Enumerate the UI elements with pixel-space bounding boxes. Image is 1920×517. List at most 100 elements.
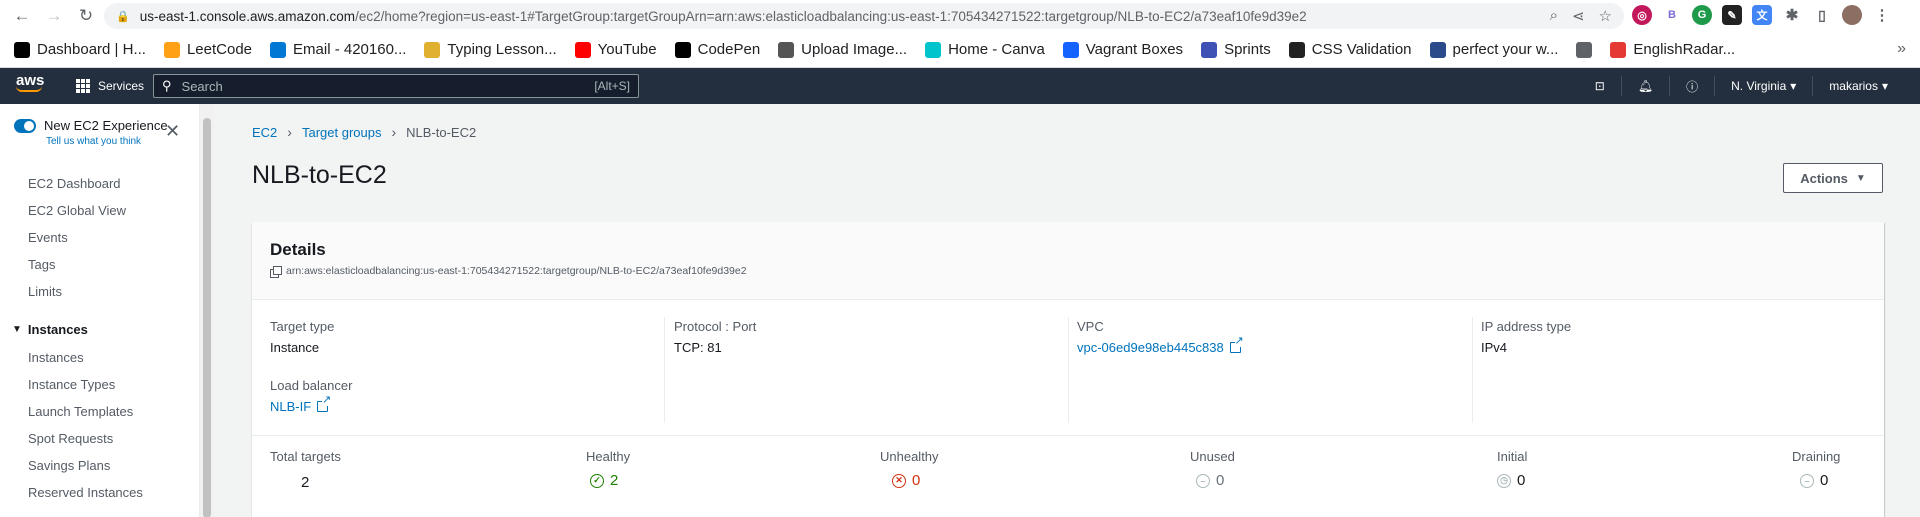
- divider: [664, 317, 665, 423]
- chevron-right-icon: ›: [391, 124, 397, 140]
- extension-icon[interactable]: B: [1662, 5, 1682, 25]
- address-bar[interactable]: 🔒 us-east-1.console.aws.amazon.com/ec2/h…: [104, 3, 1624, 29]
- reload-icon[interactable]: ↻: [72, 2, 100, 30]
- forward-icon[interactable]: →: [40, 2, 68, 30]
- protocol-label: Protocol : Port: [674, 319, 757, 334]
- search-box[interactable]: ⚲ [Alt+S]: [153, 74, 639, 98]
- bookmark-label: Sprints: [1224, 41, 1271, 58]
- bookmark-item[interactable]: Email - 420160...: [270, 41, 406, 58]
- bookmark-item[interactable]: CSS Validation: [1288, 41, 1412, 58]
- actions-label: Actions: [1800, 170, 1848, 186]
- sidebar-item-events[interactable]: Events: [28, 230, 68, 245]
- bookmarks-bar: Dashboard | H... LeetCode Email - 420160..…: [0, 32, 1920, 68]
- bookmark-item[interactable]: Vagrant Boxes: [1062, 41, 1183, 58]
- bookmark-item[interactable]: perfect your w...: [1429, 41, 1559, 58]
- bookmark-item[interactable]: Home - Canva: [925, 41, 1045, 58]
- caret-down-icon: ▼: [12, 324, 22, 335]
- star-icon[interactable]: ☆: [1599, 7, 1612, 25]
- bookmark-label: EnglishRadar...: [1633, 41, 1736, 58]
- draining-label: Draining: [1792, 449, 1841, 464]
- search-input[interactable]: [181, 78, 595, 94]
- sidebar-item-tags[interactable]: Tags: [28, 257, 55, 272]
- bookmark-icon: [1288, 41, 1305, 58]
- details-card: Details arn:aws:elasticloadbalancing:us-…: [252, 222, 1884, 517]
- bookmark-label: Dashboard | H...: [37, 41, 146, 58]
- breadcrumb-ec2[interactable]: EC2: [252, 125, 277, 140]
- bookmark-item[interactable]: Upload Image...: [778, 41, 907, 58]
- bookmark-item[interactable]: [1576, 41, 1593, 58]
- bookmark-label: perfect your w...: [1452, 41, 1559, 58]
- region-selector[interactable]: N. Virginia ▾: [1715, 68, 1812, 104]
- sidepanel-icon[interactable]: ▯: [1812, 5, 1832, 25]
- chevron-right-icon: ›: [287, 124, 292, 140]
- clock-icon: ◷: [1497, 473, 1511, 488]
- bookmarks-overflow-icon[interactable]: »: [1897, 40, 1906, 58]
- feedback-link[interactable]: Tell us what you think: [46, 136, 141, 147]
- notifications-icon[interactable]: 🔔︎: [1622, 68, 1669, 104]
- menu-icon[interactable]: ⋮: [1872, 5, 1892, 25]
- vpc-label: VPC: [1077, 319, 1104, 334]
- browser-toolbar: ← → ↻ 🔒 us-east-1.console.aws.amazon.com…: [0, 0, 1920, 32]
- help-icon[interactable]: ⓘ: [1670, 68, 1714, 104]
- bookmark-item[interactable]: YouTube: [574, 41, 657, 58]
- caret-down-icon: ▼: [1855, 172, 1866, 184]
- puzzle-icon[interactable]: ✱: [1782, 5, 1802, 25]
- bookmark-icon: [574, 41, 591, 58]
- sidebar-item-instances[interactable]: Instances: [28, 350, 84, 365]
- extensions-bar: ◎ B G ✎ 文 ✱ ▯ ⋮: [1632, 5, 1892, 25]
- sidebar-section-instances[interactable]: ▼ Instances: [12, 322, 88, 337]
- aws-logo[interactable]: aws: [16, 73, 44, 92]
- zoom-icon[interactable]: ⌕: [1550, 7, 1558, 25]
- sidebar-item-spot-requests[interactable]: Spot Requests: [28, 431, 113, 446]
- ip-type-value: IPv4: [1481, 340, 1508, 355]
- unhealthy-label: Unhealthy: [880, 449, 939, 464]
- bookmark-item[interactable]: Sprints: [1201, 41, 1271, 58]
- bookmark-item[interactable]: LeetCode: [163, 41, 252, 58]
- external-link-icon: [1229, 336, 1244, 353]
- minus-circle-icon: –: [1800, 473, 1814, 488]
- sidebar-item-limits[interactable]: Limits: [28, 284, 62, 299]
- share-icon[interactable]: ⋖: [1572, 7, 1585, 25]
- services-menu[interactable]: Services: [76, 68, 144, 104]
- toggle-switch[interactable]: [14, 118, 36, 133]
- bookmark-item[interactable]: Dashboard | H...: [14, 41, 146, 58]
- load-balancer-link[interactable]: NLB-IF: [270, 395, 332, 414]
- healthy-value: ✓ 2: [590, 472, 618, 489]
- bookmark-icon: [424, 41, 441, 58]
- url-text: us-east-1.console.aws.amazon.com/ec2/hom…: [139, 8, 1307, 24]
- search-shortcut: [Alt+S]: [594, 79, 630, 93]
- copy-icon[interactable]: [270, 265, 282, 278]
- account-menu[interactable]: makarios ▾: [1813, 68, 1904, 104]
- vpc-link[interactable]: vpc-06ed9e98eb445c838: [1077, 336, 1244, 355]
- back-icon[interactable]: ←: [8, 2, 36, 30]
- load-balancer-label: Load balancer: [270, 378, 353, 393]
- translate-icon[interactable]: 文: [1752, 5, 1772, 25]
- sidebar-item-launch-templates[interactable]: Launch Templates: [28, 404, 133, 419]
- section-label: Instances: [27, 322, 88, 337]
- breadcrumb: EC2 › Target groups › NLB-to-EC2: [252, 124, 476, 140]
- sidebar-scrollbar[interactable]: [200, 104, 214, 517]
- new-experience-toggle[interactable]: New EC2 Experience: [14, 118, 168, 133]
- bookmark-label: CSS Validation: [1311, 41, 1412, 58]
- bookmark-item[interactable]: CodePen: [674, 41, 760, 58]
- bookmark-item[interactable]: EnglishRadar...: [1610, 41, 1735, 58]
- cloudshell-icon[interactable]: ⊡: [1579, 68, 1621, 104]
- sidebar-item-ec2-global-view[interactable]: EC2 Global View: [28, 203, 126, 218]
- sidebar-item-reserved-instances[interactable]: Reserved Instances: [28, 485, 143, 500]
- check-circle-icon: ✓: [590, 473, 604, 488]
- close-icon[interactable]: ✕: [165, 121, 180, 142]
- toggle-label: New EC2 Experience: [44, 118, 168, 133]
- bookmark-item[interactable]: Typing Lesson...: [424, 41, 557, 58]
- extension-icon[interactable]: ✎: [1722, 5, 1742, 25]
- actions-button[interactable]: Actions ▼: [1783, 163, 1883, 193]
- sidebar-item-instance-types[interactable]: Instance Types: [28, 377, 115, 392]
- breadcrumb-target-groups[interactable]: Target groups: [302, 125, 382, 140]
- extension-icon[interactable]: G: [1692, 5, 1712, 25]
- sidebar-item-ec2-dashboard[interactable]: EC2 Dashboard: [28, 176, 121, 191]
- protocol-value: TCP: 81: [674, 340, 722, 355]
- unused-label: Unused: [1190, 449, 1235, 464]
- sidebar-item-savings-plans[interactable]: Savings Plans: [28, 458, 110, 473]
- avatar[interactable]: [1842, 5, 1862, 25]
- total-targets-value: 2: [301, 474, 310, 491]
- extension-icon[interactable]: ◎: [1632, 5, 1652, 25]
